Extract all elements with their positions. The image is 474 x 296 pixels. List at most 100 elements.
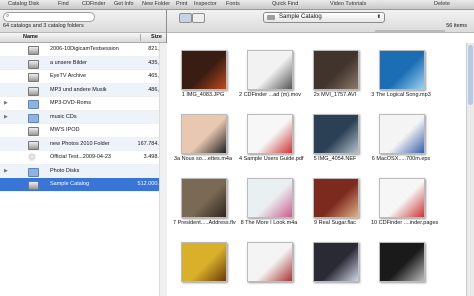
catalog-row-label: a unsere Bilder [50, 59, 87, 66]
column-name-header[interactable]: Name [23, 34, 38, 40]
disclosure-triangle-icon[interactable]: ▶ [4, 114, 8, 120]
content-scrollbar[interactable] [466, 43, 474, 296]
catalog-row[interactable]: ▶ music CDs [0, 110, 166, 124]
catalog-row-label: new Photos 2010 Folder [50, 140, 110, 147]
item-count: 56 items [446, 23, 467, 29]
item-thumbnail[interactable] [379, 178, 425, 218]
item-caption: 3 The Logical Song.mp3 [371, 92, 431, 98]
toolbar-item-video-tutorials[interactable]: Video Tutorials [330, 1, 366, 7]
catalog-row[interactable]: ▶ MP3-DVD-Roms [0, 97, 166, 111]
disk-icon [28, 73, 39, 82]
catalog-list: 2006-10DigicamTestsession 821,3 a unsere B… [0, 43, 166, 192]
toolbar-item-delete[interactable]: Delete [434, 1, 450, 7]
catalog-row-label: MP3-DVD-Roms [50, 100, 91, 106]
column-divider[interactable] [140, 34, 141, 41]
toolbar: Catalog Disk Find CDFinder Get Info New Fold… [0, 0, 474, 10]
thumbnail-grid: 1 IMG_4083.JPG 2 CDFinder ...ad (m).mov 2x… [167, 33, 467, 296]
item-caption: 2x MVI_1757.AVI [313, 92, 357, 98]
column-size-header[interactable]: Size [151, 34, 162, 40]
item-caption: 8 The More I Look.m4a [240, 220, 298, 226]
item-caption: 6 MacOSX.....700m.eps [371, 156, 431, 162]
toolbar-item-quick-find[interactable]: Quick Find [272, 1, 298, 7]
catalog-path-popup[interactable]: Sample Catalog ⬍ [263, 12, 385, 23]
catalog-path-label: Sample Catalog [279, 14, 322, 20]
item-thumbnail[interactable] [181, 242, 227, 282]
catalog-row[interactable]: 2006-10DigicamTestsession 821,3 [0, 43, 166, 57]
catalog-row-label: 2006-10DigicamTestsession [50, 46, 119, 52]
toolbar-item-print[interactable]: Print [176, 1, 187, 7]
item-caption: 2 CDFinder ...ad (m).mov [239, 92, 302, 98]
zoom-slider[interactable] [375, 30, 445, 32]
catalog-row-label: MP3 und andere Musik [50, 86, 107, 93]
disk-icon [28, 46, 39, 55]
catalog-row[interactable]: a unsere Bilder 435,3 [0, 56, 166, 70]
item-caption: 4 Sample Users Guide.pdf [239, 156, 304, 162]
item-caption: 1 IMG_4083.JPG [181, 92, 225, 98]
folder-icon [28, 100, 39, 109]
toolbar-item-inspector[interactable]: Inspector [194, 1, 217, 7]
disk-icon [28, 86, 39, 96]
item-thumbnail[interactable] [379, 50, 425, 90]
item-caption: 7 President.....Address.flv [173, 220, 236, 226]
disk-icon [267, 15, 275, 20]
item-thumbnail[interactable] [379, 242, 425, 282]
disk-icon [28, 140, 39, 150]
toolbar-item-get-info[interactable]: Get Info [114, 1, 134, 7]
item-thumbnail[interactable] [181, 178, 227, 218]
item-thumbnail[interactable] [313, 178, 359, 218]
folder-icon [28, 167, 39, 177]
item-thumbnail[interactable] [247, 114, 293, 154]
item-caption: 10 CDFinder ....inder.pages [371, 220, 439, 226]
catalog-row-label: Official Test...2009-04-23 [50, 154, 111, 160]
catalog-count-status: 64 catalogs and 3 catalog folders [3, 23, 84, 29]
item-thumbnail[interactable] [181, 114, 227, 154]
toolbar-item-new-folder[interactable]: New Folder [142, 1, 170, 7]
catalog-pane: ⌕ 64 catalogs and 3 catalog folders Name… [0, 10, 167, 296]
item-thumbnail[interactable] [247, 178, 293, 218]
disclosure-triangle-icon[interactable]: ▶ [4, 100, 8, 106]
toolbar-item-find[interactable]: Find [58, 1, 69, 7]
catalog-row-label: Sample Catalog [50, 181, 90, 187]
disk-icon [28, 59, 39, 69]
catalog-row[interactable]: EyeTV Archive 465,4 [0, 70, 166, 84]
folder-icon [28, 113, 39, 123]
item-caption: 9 Real Sugar.flac [314, 220, 356, 226]
cd-icon [28, 153, 36, 161]
disk-icon [28, 127, 39, 136]
catalog-row[interactable]: Sample Catalog 512.000.0 [0, 178, 166, 192]
catalog-row-label: Photo Disks [50, 167, 80, 174]
disclosure-triangle-icon[interactable]: ▶ [4, 168, 8, 174]
catalog-header: ⌕ 64 catalogs and 3 catalog folders [0, 10, 166, 33]
search-icon: ⌕ [6, 13, 10, 19]
item-thumbnail[interactable] [247, 242, 293, 282]
item-thumbnail[interactable] [313, 114, 359, 154]
toolbar-item-cdfinder[interactable]: CDFinder [82, 1, 106, 7]
content-header: Sample Catalog ⬍ 56 items [167, 10, 474, 33]
column-header[interactable]: Name Size [0, 33, 166, 43]
item-thumbnail[interactable] [247, 50, 293, 90]
catalog-row-label: music CDs [50, 113, 77, 120]
item-thumbnail[interactable] [181, 50, 227, 90]
list-view-button[interactable] [192, 13, 205, 23]
catalog-row-label: EyeTV Archive [50, 73, 87, 79]
icon-view-button[interactable] [179, 13, 192, 23]
chevron-down-icon: ⬍ [376, 14, 381, 20]
catalog-row[interactable]: Official Test...2009-04-23 3.498.4 [0, 151, 166, 165]
catalog-search-field[interactable]: ⌕ [3, 12, 95, 22]
item-thumbnail[interactable] [313, 50, 359, 90]
catalog-scrollbar[interactable] [159, 43, 167, 296]
item-thumbnail[interactable] [313, 242, 359, 282]
content-pane: Sample Catalog ⬍ 56 items 1 IMG_4083.JPG… [167, 10, 474, 296]
toolbar-item-fonts[interactable]: Fonts [226, 1, 240, 7]
item-caption: 5 IMG_4054.NEF [313, 156, 357, 162]
catalog-row[interactable]: MW'S IPOD [0, 124, 166, 138]
item-thumbnail[interactable] [379, 114, 425, 154]
catalog-row[interactable]: new Photos 2010 Folder 167.784.0 [0, 137, 166, 151]
toolbar-item-catalog-disk[interactable]: Catalog Disk [8, 1, 39, 7]
catalog-row[interactable]: MP3 und andere Musik 486,6 [0, 83, 166, 97]
disk-icon [28, 181, 39, 190]
item-caption: 3a Nous so....ettes.m4a [173, 156, 233, 162]
catalog-row[interactable]: ▶ Photo Disks [0, 164, 166, 178]
scroll-thumb[interactable] [468, 45, 473, 105]
catalog-row-label: MW'S IPOD [50, 127, 80, 133]
